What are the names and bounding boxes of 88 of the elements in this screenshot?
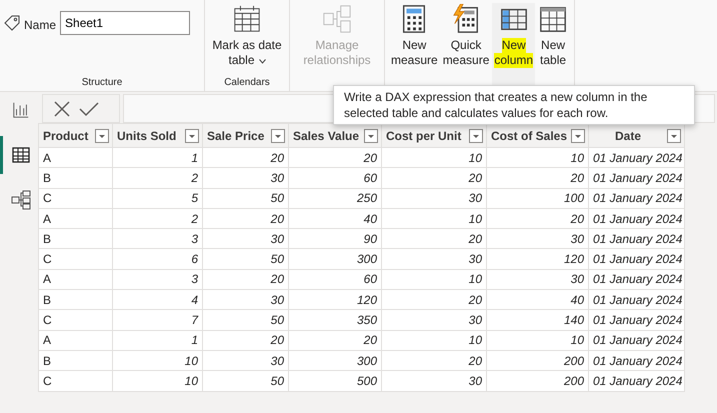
table-cell: 50 bbox=[202, 310, 288, 330]
table-cell: 20 bbox=[382, 228, 486, 249]
table-cell: 6 bbox=[112, 248, 202, 270]
table-cell: 30 bbox=[202, 350, 288, 371]
table-cell: 10 bbox=[486, 148, 588, 168]
table-cell: 60 bbox=[288, 168, 382, 188]
table-cell: 60 bbox=[288, 269, 382, 290]
table-cell: 7 bbox=[112, 310, 202, 330]
table-cell: 50 bbox=[202, 370, 288, 392]
table-cell: 350 bbox=[288, 310, 382, 330]
table-cell: 140 bbox=[486, 310, 588, 330]
table-cell: 1 bbox=[112, 148, 202, 168]
table-cell: 40 bbox=[288, 208, 382, 229]
table-cell: 5 bbox=[112, 188, 202, 208]
table-cell: 3 bbox=[112, 269, 202, 290]
table-cell: 300 bbox=[288, 350, 382, 371]
table-cell: 20 bbox=[382, 350, 486, 371]
table-cell: 200 bbox=[486, 350, 588, 371]
table-cell: C bbox=[38, 370, 112, 392]
table-cell: 20 bbox=[202, 208, 288, 229]
table-cell: C bbox=[38, 248, 112, 270]
table-cell: 01 January 2024 bbox=[588, 228, 684, 249]
table-cell: B bbox=[38, 290, 112, 310]
table-cell: C bbox=[38, 188, 112, 208]
table-cell: 01 January 2024 bbox=[588, 168, 684, 188]
table-cell: B bbox=[38, 228, 112, 249]
table-cell: 01 January 2024 bbox=[588, 370, 684, 392]
table-cell: 1 bbox=[112, 330, 202, 350]
table-cell: 4 bbox=[112, 290, 202, 310]
table-cell: 3 bbox=[112, 228, 202, 249]
table-cell: A bbox=[38, 330, 112, 350]
table-cell: 250 bbox=[288, 188, 382, 208]
table-cell: 20 bbox=[382, 290, 486, 310]
table-cell: 20 bbox=[202, 148, 288, 168]
table-cell: 40 bbox=[486, 290, 588, 310]
table-cell: 200 bbox=[486, 370, 588, 392]
table-cell: 30 bbox=[382, 310, 486, 330]
table-cell: 10 bbox=[112, 370, 202, 392]
group-label: Structure bbox=[80, 77, 124, 89]
table-cell: 01 January 2024 bbox=[588, 269, 684, 290]
table-cell: A bbox=[38, 208, 112, 229]
table-cell: 20 bbox=[486, 208, 588, 229]
tooltip: Write a DAX expression that creates a new column in the selected table and calculates values for each row. bbox=[333, 85, 695, 125]
table-cell: 20 bbox=[288, 148, 382, 168]
table-cell: B bbox=[38, 168, 112, 188]
table-cell: 30 bbox=[202, 290, 288, 310]
table-cell: 90 bbox=[288, 228, 382, 249]
table-cell: 120 bbox=[486, 248, 588, 270]
table-cell: 30 bbox=[202, 168, 288, 188]
table-cell: 01 January 2024 bbox=[588, 248, 684, 270]
table-cell: 20 bbox=[202, 330, 288, 350]
table-cell: 20 bbox=[486, 168, 588, 188]
table-cell: 30 bbox=[382, 188, 486, 208]
table-cell: 20 bbox=[202, 269, 288, 290]
name-label: Name bbox=[24, 17, 56, 34]
table-cell: 10 bbox=[486, 330, 588, 350]
table-cell: A bbox=[38, 148, 112, 168]
table-cell: 10 bbox=[382, 269, 486, 290]
group-label: Calendars bbox=[223, 77, 271, 89]
table-cell: 01 January 2024 bbox=[588, 148, 684, 168]
table-cell: 01 January 2024 bbox=[588, 350, 684, 371]
table-cell: 01 January 2024 bbox=[588, 310, 684, 330]
table-cell: 100 bbox=[486, 188, 588, 208]
table-cell: 01 January 2024 bbox=[588, 330, 684, 350]
table-cell: 10 bbox=[112, 350, 202, 371]
table-cell: 30 bbox=[382, 248, 486, 270]
table-cell: 50 bbox=[202, 248, 288, 270]
table-cell: C bbox=[38, 310, 112, 330]
table-cell: 20 bbox=[288, 330, 382, 350]
table-cell: 300 bbox=[288, 248, 382, 270]
table-cell: 30 bbox=[202, 228, 288, 249]
table-cell: B bbox=[38, 350, 112, 371]
table-cell: 20 bbox=[382, 168, 486, 188]
table-cell: 2 bbox=[112, 168, 202, 188]
table-cell: 30 bbox=[486, 228, 588, 249]
table-cell: 30 bbox=[382, 370, 486, 392]
table-cell: A bbox=[38, 269, 112, 290]
table-cell: 2 bbox=[112, 208, 202, 229]
table-cell: 50 bbox=[202, 188, 288, 208]
table-cell: 30 bbox=[486, 269, 588, 290]
table-cell: 01 January 2024 bbox=[588, 290, 684, 310]
table-cell: 01 January 2024 bbox=[588, 208, 684, 229]
table-cell: 500 bbox=[288, 370, 382, 392]
table-cell: 120 bbox=[288, 290, 382, 310]
table-cell: 10 bbox=[382, 148, 486, 168]
table-cell: 10 bbox=[382, 208, 486, 229]
table-cell: 01 January 2024 bbox=[588, 188, 684, 208]
table-cell: 10 bbox=[382, 330, 486, 350]
